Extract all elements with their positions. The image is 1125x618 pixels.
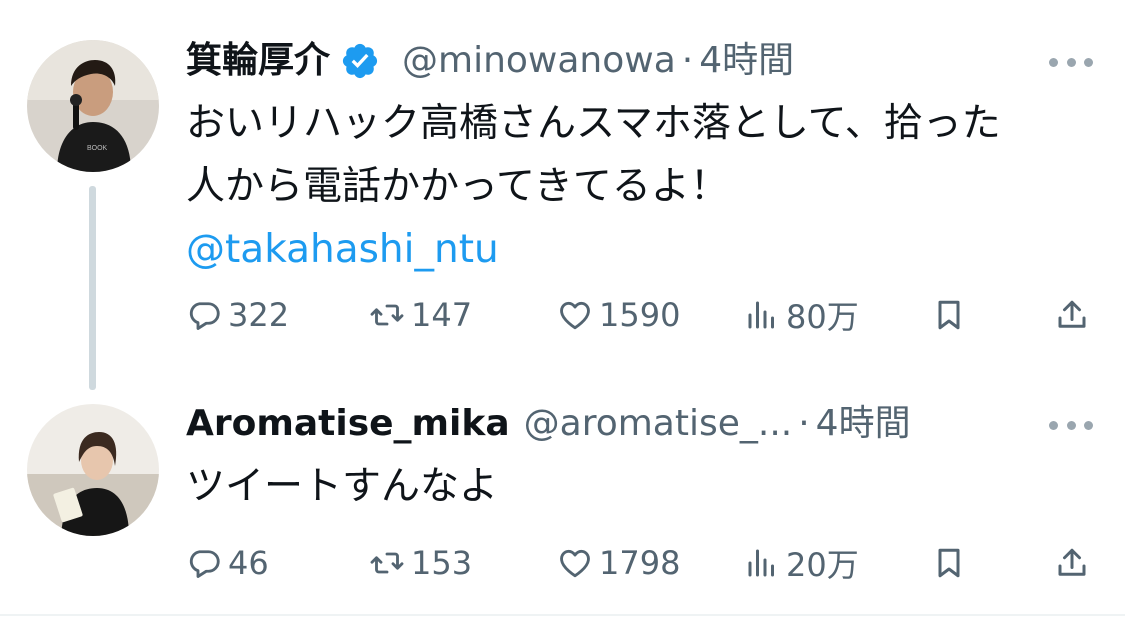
- divider: [0, 614, 1125, 616]
- user-handle[interactable]: @aromatise_...: [524, 400, 793, 448]
- retweet-icon: [370, 552, 404, 574]
- tweet-text: おいリハック高橋さんスマホ落として、拾った 人から電話かかってきてるよ！ @ta…: [186, 92, 1001, 281]
- tweet-actions: 46 153 1798 20万: [186, 540, 1096, 586]
- views-button[interactable]: 20万: [744, 540, 859, 586]
- display-name[interactable]: 箕輪厚介: [186, 37, 330, 85]
- reply-button[interactable]: 46: [186, 540, 269, 586]
- tweet-text-line: ツイートすんなよ: [186, 464, 499, 509]
- retweet-button[interactable]: 153: [369, 540, 472, 586]
- bookmark-button[interactable]: [931, 540, 967, 586]
- views-count: 20万: [786, 546, 859, 584]
- verified-badge-icon: [340, 41, 380, 81]
- thread-connector-line: [89, 186, 96, 390]
- views-button[interactable]: 80万: [744, 292, 859, 338]
- reply-bubble-icon: [189, 550, 220, 578]
- bookmark-icon: [938, 548, 960, 578]
- retweet-count: 153: [411, 544, 473, 582]
- share-button[interactable]: [1054, 292, 1090, 338]
- tweet-text-line: 人から電話かかってきてるよ！: [186, 164, 729, 209]
- more-dots-icon[interactable]: [1049, 52, 1093, 72]
- avatar-photo-man-with-microphone: BOOK: [27, 40, 159, 172]
- heart-icon: [560, 301, 590, 330]
- views-count: 80万: [786, 298, 859, 336]
- share-button[interactable]: [1054, 540, 1090, 586]
- bookmark-button[interactable]: [931, 292, 967, 338]
- retweet-icon: [370, 304, 404, 326]
- avatar-photo-woman-with-book: [27, 404, 159, 536]
- share-upload-icon: [1058, 548, 1086, 576]
- separator-dot: ·: [798, 403, 810, 444]
- reply-bubble-icon: [189, 302, 220, 330]
- svg-text:BOOK: BOOK: [87, 145, 108, 152]
- avatar-minowa[interactable]: BOOK: [27, 40, 159, 172]
- tweet-text-line: おいリハック高橋さんスマホ落として、拾った: [186, 101, 1001, 146]
- tweet-header: 箕輪厚介 @minowanowa · 4時間: [186, 37, 794, 85]
- mention-link[interactable]: @takahashi_ntu: [186, 218, 1001, 281]
- like-count: 1798: [599, 544, 681, 582]
- views-bar-chart-icon: [748, 301, 774, 329]
- retweet-count: 147: [411, 296, 473, 334]
- like-button[interactable]: 1590: [557, 292, 680, 338]
- retweet-button[interactable]: 147: [369, 292, 472, 338]
- bookmark-icon: [938, 300, 960, 330]
- reply-count: 46: [228, 544, 269, 582]
- share-upload-icon: [1058, 300, 1086, 328]
- tweet-text: ツイートすんなよ: [186, 455, 498, 518]
- views-bar-chart-icon: [748, 549, 774, 577]
- more-dots-icon[interactable]: [1049, 415, 1093, 435]
- like-button[interactable]: 1798: [557, 540, 680, 586]
- heart-icon: [560, 549, 590, 578]
- like-count: 1590: [599, 296, 681, 334]
- display-name[interactable]: Aromatise_mika: [186, 400, 510, 448]
- reply-button[interactable]: 322: [186, 292, 289, 338]
- tweet-actions: 322 147 1590 80万: [186, 292, 1096, 338]
- user-handle[interactable]: @minowanowa: [402, 37, 676, 85]
- timestamp[interactable]: 4時間: [816, 400, 911, 448]
- reply-count: 322: [228, 296, 290, 334]
- separator-dot: ·: [681, 40, 694, 81]
- tweet-header: Aromatise_mika @aromatise_... · 4時間: [186, 400, 911, 448]
- avatar-aromatise-mika[interactable]: [27, 404, 159, 536]
- timestamp[interactable]: 4時間: [699, 37, 794, 85]
